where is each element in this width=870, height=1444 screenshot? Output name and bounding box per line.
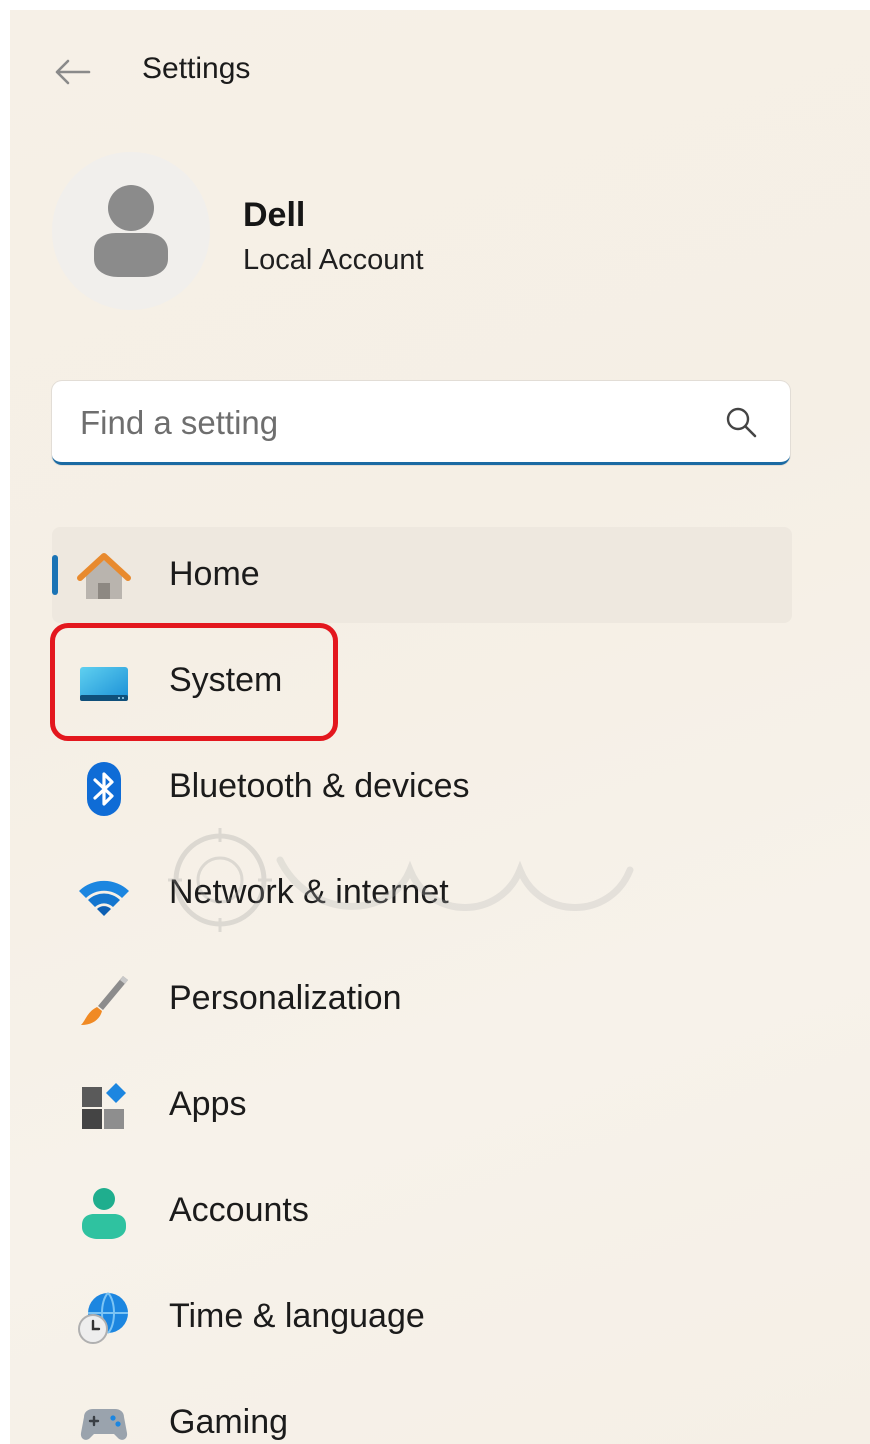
nav-item-time-language[interactable]: Time & language: [52, 1269, 792, 1365]
user-name: Dell: [243, 196, 306, 234]
wifi-icon: [79, 880, 129, 916]
account-type: Local Account: [243, 244, 424, 276]
person-silhouette-icon: [94, 185, 168, 277]
selection-indicator: [52, 555, 58, 595]
nav-label-home: Home: [169, 555, 260, 593]
nav-label-accounts: Accounts: [169, 1191, 309, 1229]
search-icon[interactable]: [724, 405, 758, 439]
nav-item-apps[interactable]: Apps: [52, 1057, 792, 1153]
nav-label-personalization: Personalization: [169, 979, 402, 1017]
user-profile[interactable]: Dell Local Account: [52, 152, 652, 312]
nav-label-apps: Apps: [169, 1085, 247, 1123]
back-arrow-icon: [55, 59, 91, 85]
nav-label-time-language: Time & language: [169, 1297, 425, 1335]
nav-item-home[interactable]: Home: [52, 527, 792, 623]
back-button[interactable]: [48, 48, 96, 96]
nav-item-gaming[interactable]: Gaming: [52, 1375, 792, 1444]
nav-item-accounts[interactable]: Accounts: [52, 1163, 792, 1259]
settings-window: Settings Dell Local Account Home: [10, 10, 870, 1444]
nav-label-bluetooth: Bluetooth & devices: [169, 767, 470, 805]
nav-item-network[interactable]: Network & internet: [52, 845, 792, 941]
nav-label-network: Network & internet: [169, 873, 449, 911]
title-bar: Settings: [10, 10, 870, 130]
apps-icon: [82, 1083, 126, 1129]
nav-label-system: System: [169, 661, 283, 699]
avatar[interactable]: [52, 152, 210, 310]
nav-item-personalization[interactable]: Personalization: [52, 951, 792, 1047]
globe-clock-icon: [78, 1292, 128, 1344]
search-box[interactable]: [52, 381, 790, 465]
gamepad-icon: [80, 1409, 128, 1440]
nav-label-gaming: Gaming: [169, 1403, 289, 1441]
search-input[interactable]: [78, 395, 702, 451]
nav-item-bluetooth[interactable]: Bluetooth & devices: [52, 739, 792, 835]
nav-item-system[interactable]: System: [52, 633, 792, 729]
app-title: Settings: [142, 52, 251, 85]
paintbrush-icon: [81, 976, 128, 1025]
system-display-icon: [80, 667, 128, 701]
settings-nav: Home System Bluetooth & devices Network …: [52, 527, 792, 1444]
person-icon: [82, 1188, 126, 1239]
home-icon: [77, 553, 131, 599]
bluetooth-icon: [87, 762, 121, 816]
